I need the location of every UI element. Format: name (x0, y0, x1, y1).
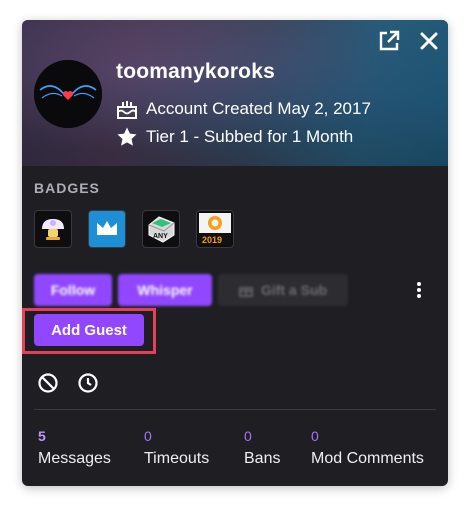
stat-timeouts-label: Timeouts (144, 450, 210, 467)
follow-button[interactable]: Follow (34, 274, 112, 306)
stat-bans-value: 0 (244, 428, 252, 444)
subscription-row: Tier 1 - Subbed for 1 Month (116, 126, 353, 148)
stat-messages[interactable]: 5 Messages (38, 428, 111, 468)
add-guest-button[interactable]: Add Guest (34, 314, 144, 346)
any-key-badge-icon[interactable]: ANY (142, 210, 180, 248)
popout-icon[interactable] (376, 28, 402, 54)
ban-icon[interactable] (37, 372, 59, 394)
subscription-text: Tier 1 - Subbed for 1 Month (146, 127, 354, 146)
timeout-icon[interactable] (77, 372, 99, 394)
stat-bans-label: Bans (244, 450, 281, 467)
user-card: toomanykoroks Account Created May 2, 201… (22, 20, 448, 486)
gift-icon (239, 287, 253, 297)
stat-bans[interactable]: 0 Bans (244, 428, 280, 468)
more-options-icon[interactable] (412, 280, 426, 302)
stat-messages-label: Messages (38, 450, 111, 467)
account-created-text: Account Created May 2, 2017 (146, 99, 371, 118)
divider (34, 409, 436, 410)
any-key-label: ANY (153, 233, 168, 240)
stat-timeouts[interactable]: 0 Timeouts (144, 428, 209, 468)
cake-icon (117, 101, 137, 119)
overwatch-2019-badge-icon[interactable]: 2019 (196, 210, 234, 248)
gift-sub-button[interactable]: Gift a Sub (218, 274, 348, 306)
stat-mod-comments-value: 0 (311, 428, 319, 444)
avatar-image (34, 60, 102, 128)
stat-messages-value: 5 (38, 428, 46, 444)
crown-badge-icon[interactable] (88, 210, 126, 248)
gift-sub-label: Gift a Sub (260, 282, 328, 298)
whisper-button[interactable]: Whisper (118, 274, 212, 306)
avatar[interactable] (34, 60, 102, 128)
stat-timeouts-value: 0 (144, 428, 152, 444)
mushroom-badge-icon[interactable] (34, 210, 72, 248)
star-icon (117, 127, 137, 146)
username[interactable]: toomanykoroks (116, 60, 275, 84)
account-created-row: Account Created May 2, 2017 (116, 98, 371, 120)
badges-title: BADGES (34, 180, 100, 196)
close-icon[interactable] (416, 28, 442, 54)
stat-mod-comments[interactable]: 0 Mod Comments (311, 428, 424, 468)
overwatch-year-label: 2019 (202, 235, 222, 245)
stat-mod-comments-label: Mod Comments (311, 450, 424, 467)
